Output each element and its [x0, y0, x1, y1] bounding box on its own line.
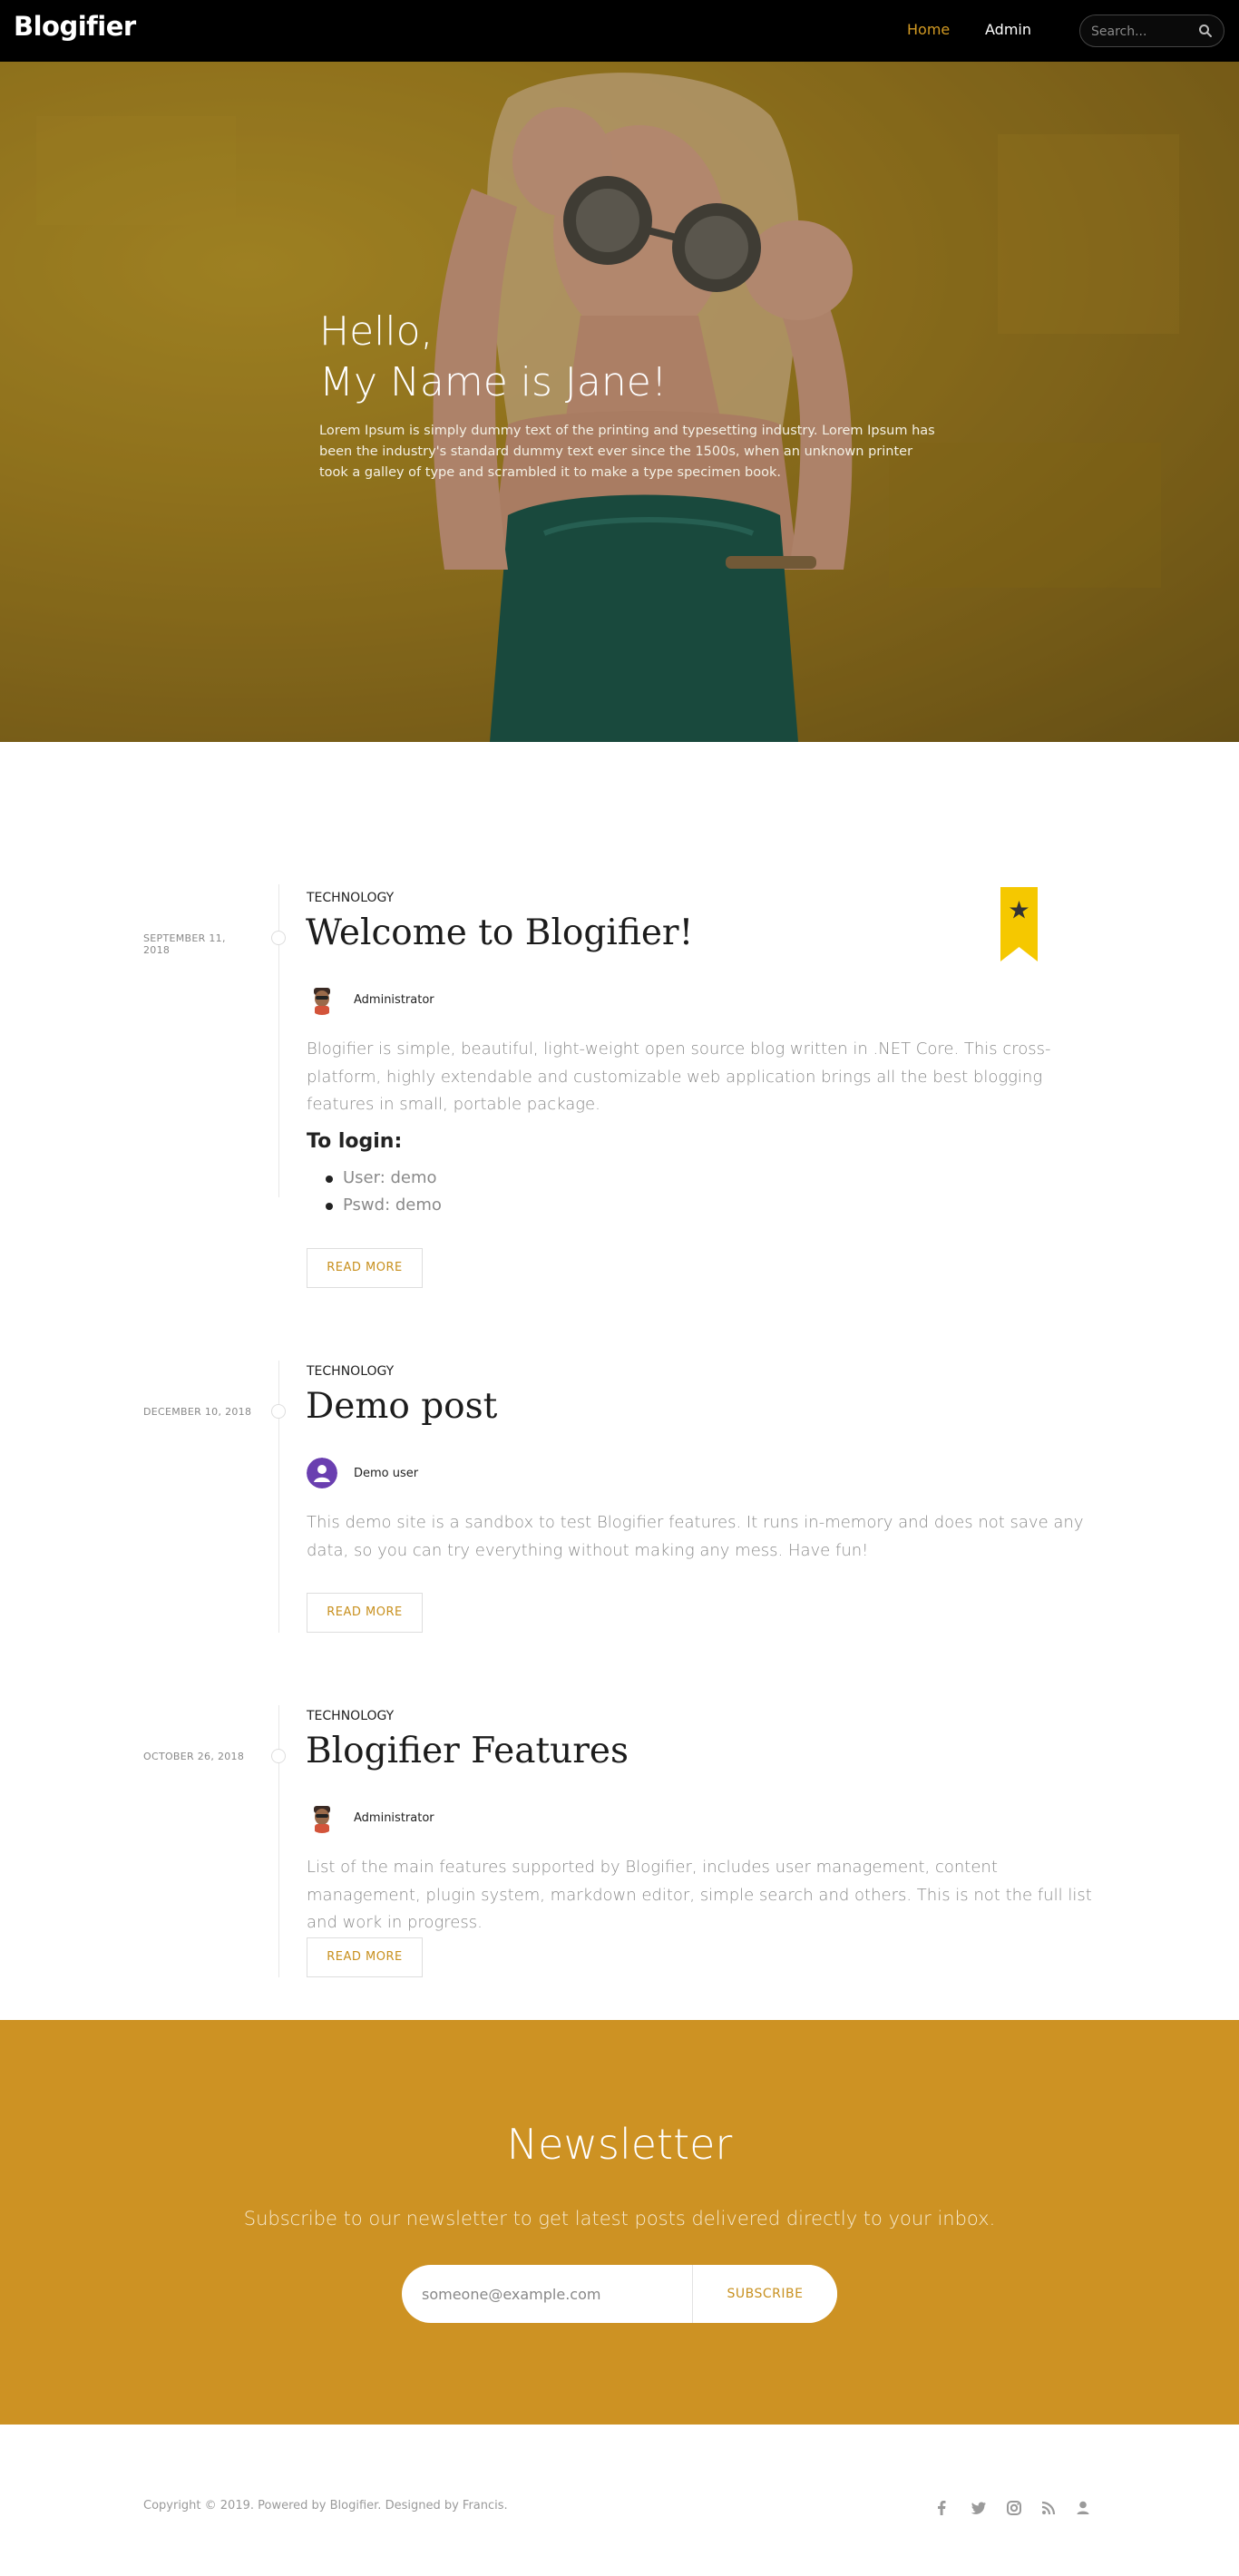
post-date: OCTOBER 26, 2018 [143, 1751, 245, 1762]
post-excerpt: List of the main features supported by B… [307, 1858, 1092, 1932]
nav-admin-link[interactable]: Admin [985, 21, 1031, 38]
newsletter-form: SUBSCRIBE [402, 2265, 837, 2323]
avatar [307, 1458, 337, 1488]
post-author: Demo user [307, 1457, 418, 1489]
read-more-button[interactable]: READ MORE [307, 1593, 423, 1633]
avatar [307, 984, 337, 1015]
hero-description: Lorem Ipsum is simply dummy text of the … [319, 424, 935, 480]
brand-logo[interactable]: Blogifier [14, 11, 136, 42]
list-item: User: demo [326, 1165, 442, 1192]
timeline-dot [271, 1749, 286, 1763]
timeline-line [278, 1361, 279, 1633]
post-author: Administrator [307, 1801, 434, 1834]
email-field[interactable] [402, 2265, 692, 2323]
post-excerpt: Blogifier is simple, beautiful, light-we… [307, 1039, 1051, 1114]
copyright-text: Copyright © 2019. Powered by Blogifier. … [143, 2499, 508, 2513]
hero-title: Hello, My Name is Jane! [319, 307, 936, 408]
author-name[interactable]: Administrator [354, 1811, 434, 1825]
post-category[interactable]: TECHNOLOGY [307, 1364, 394, 1379]
post-category[interactable]: TECHNOLOGY [307, 891, 394, 905]
search-box [1079, 15, 1224, 47]
post-excerpt: This demo site is a sandbox to test Blog… [307, 1513, 1084, 1560]
author-name[interactable]: Demo user [354, 1467, 418, 1480]
nav-home-link[interactable]: Home [907, 21, 950, 38]
timeline-line [278, 1705, 279, 1977]
post-date: DECEMBER 10, 2018 [143, 1406, 252, 1418]
read-more-button[interactable]: READ MORE [307, 1937, 423, 1977]
post-author: Administrator [307, 983, 434, 1016]
post-title[interactable]: Blogifier Features [306, 1731, 629, 1771]
post-date: SEPTEMBER 11, 2018 [143, 932, 226, 956]
list-item: Pswd: demo [326, 1192, 442, 1219]
timeline-dot [271, 931, 286, 945]
author-name[interactable]: Administrator [354, 993, 434, 1007]
newsletter-title: Newsletter [506, 2120, 733, 2169]
newsletter-section: Newsletter Subscribe to our newsletter t… [0, 2020, 1239, 2425]
newsletter-subtitle: Subscribe to our newsletter to get lates… [243, 2208, 996, 2230]
timeline-dot [271, 1404, 286, 1419]
search-input[interactable] [1091, 23, 1191, 41]
post-subheading: To login: [307, 1130, 403, 1153]
post-title[interactable]: Welcome to Blogifier! [306, 912, 693, 953]
hero-text: Hello, My Name is Jane! Lorem Ipsum is s… [319, 307, 936, 483]
avatar [307, 1802, 337, 1833]
rss-icon[interactable] [1039, 2499, 1058, 2517]
featured-ribbon-icon [1000, 887, 1038, 961]
top-navbar: Blogifier Home Admin [0, 0, 1239, 62]
user-icon[interactable] [1074, 2499, 1092, 2517]
read-more-button[interactable]: READ MORE [307, 1248, 423, 1288]
hero-banner: Hello, My Name is Jane! Lorem Ipsum is s… [0, 62, 1239, 742]
hero-title-line-1: Hello, [319, 308, 434, 355]
post-title[interactable]: Demo post [306, 1386, 497, 1427]
subscribe-button[interactable]: SUBSCRIBE [693, 2265, 837, 2323]
post-category[interactable]: TECHNOLOGY [307, 1709, 394, 1723]
instagram-icon[interactable] [1005, 2499, 1023, 2517]
hero-title-line-2: My Name is Jane! [319, 359, 668, 405]
facebook-icon[interactable] [932, 2499, 951, 2517]
search-icon[interactable] [1198, 24, 1213, 38]
post-list: User: demo Pswd: demo [326, 1165, 442, 1219]
twitter-icon[interactable] [970, 2499, 988, 2517]
